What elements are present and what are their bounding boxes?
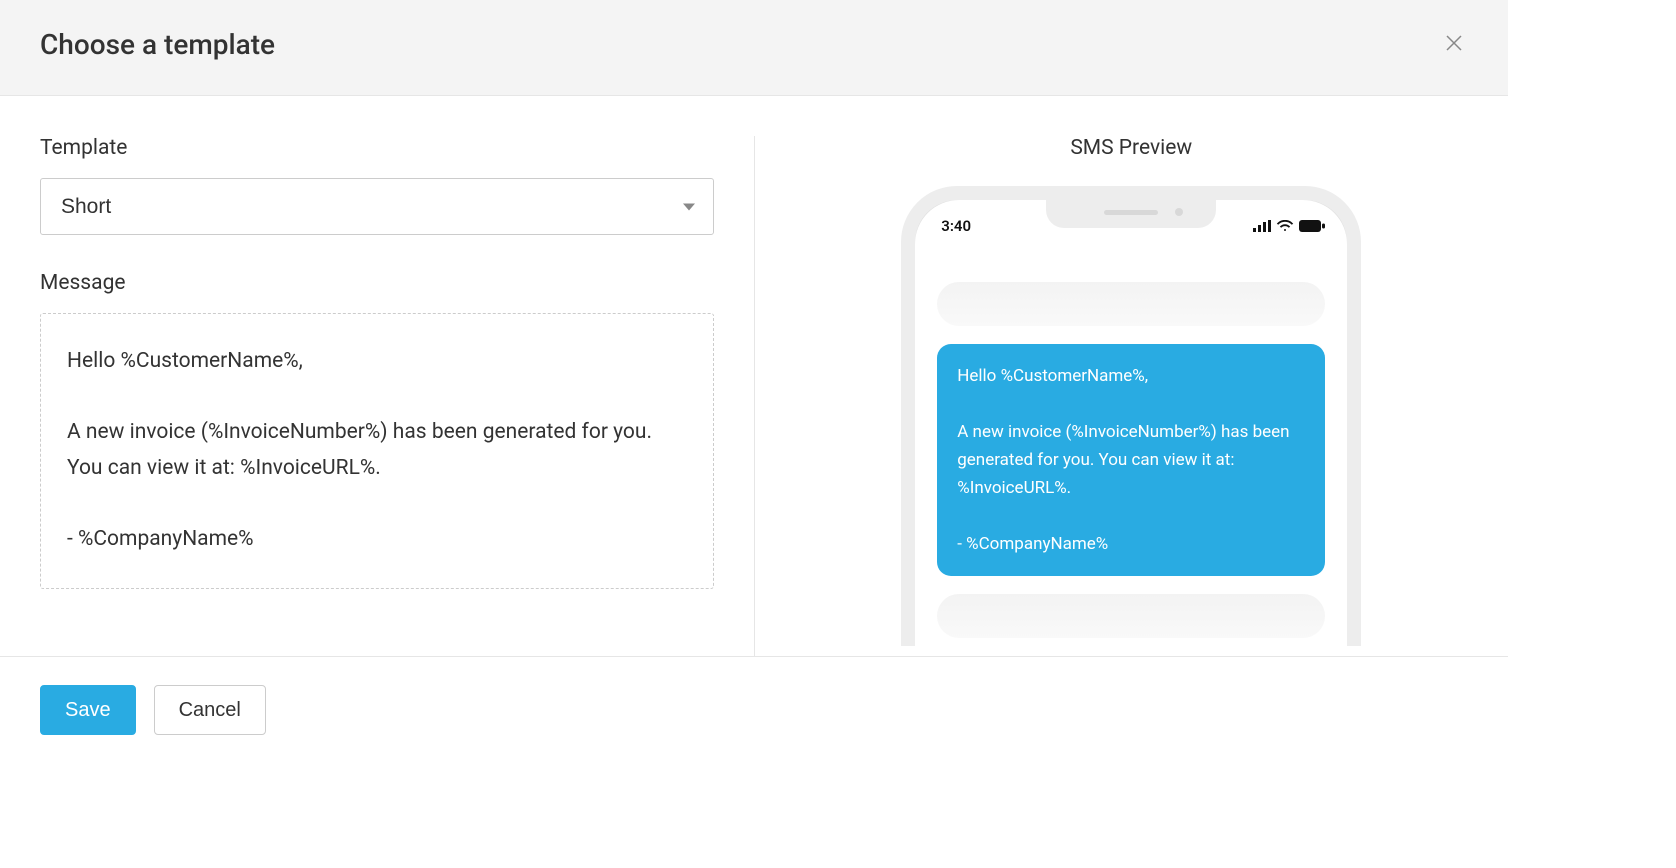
save-button[interactable]: Save [40,685,136,735]
phone-message-area: Hello %CustomerName%, A new invoice (%In… [915,242,1347,638]
dialog-footer: Save Cancel [0,656,1508,769]
close-button[interactable] [1440,29,1468,61]
close-icon [1444,33,1464,58]
template-select[interactable]: Short [40,178,714,235]
cancel-button[interactable]: Cancel [154,685,266,735]
phone-mock-clip: 3:40 [901,186,1361,646]
sms-bubble: Hello %CustomerName%, A new invoice (%In… [937,344,1325,576]
phone-screen: 3:40 [915,200,1347,646]
message-placeholder [937,594,1325,638]
status-time: 3:40 [941,217,971,235]
wifi-icon [1276,220,1294,232]
message-placeholder [937,282,1325,326]
battery-icon [1299,220,1325,232]
message-label: Message [40,271,714,295]
dialog-body: Template Short Message Hello %CustomerNa… [0,96,1508,656]
dialog-title: Choose a template [40,28,275,61]
dialog-header: Choose a template [0,0,1508,96]
preview-column: SMS Preview 3:40 [755,136,1469,656]
preview-title: SMS Preview [795,136,1469,160]
form-column: Template Short Message Hello %CustomerNa… [40,136,754,656]
status-icons-right [1253,220,1325,232]
template-dialog: Choose a template Template Short Message… [0,0,1508,769]
message-box: Hello %CustomerName%, A new invoice (%In… [40,313,714,589]
phone-mock: 3:40 [901,186,1361,646]
template-select-wrap: Short [40,178,714,235]
phone-notch [1046,200,1216,228]
template-label: Template [40,136,714,160]
signal-icon [1253,220,1271,232]
